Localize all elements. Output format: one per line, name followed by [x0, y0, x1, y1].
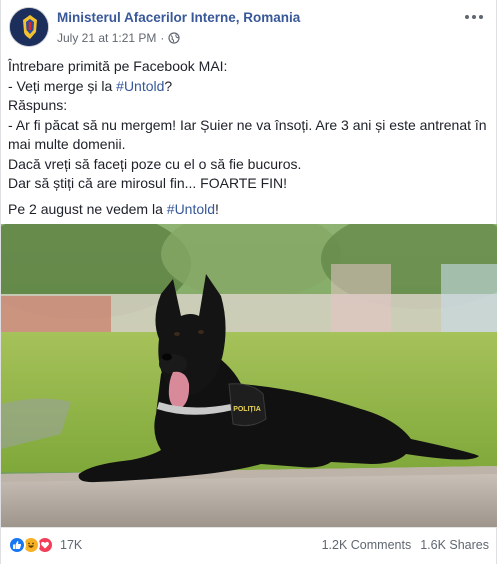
text-line: Întrebare primită pe Facebook MAI:	[8, 58, 228, 74]
text-line: - Ar fi păcat să nu mergem! Iar Șuier ne…	[8, 116, 487, 153]
harness-text: POLIȚIA	[233, 406, 261, 413]
reactions-summary[interactable]: 17K	[8, 536, 82, 554]
post-text: Întrebare primită pe Facebook MAI: - Veț…	[8, 57, 492, 219]
text-fragment: ?	[164, 77, 173, 94]
post-timestamp[interactable]: July 21 at 1:21 PM	[57, 31, 156, 45]
comments-count-link[interactable]: 1.2K Comments	[322, 538, 412, 552]
like-reaction-icon	[8, 536, 26, 554]
page-avatar[interactable]	[9, 7, 49, 47]
post-photo[interactable]: POLIȚIA	[1, 224, 497, 527]
text-line: Dacă vreți să faceți poze cu el o să fie…	[8, 155, 302, 172]
hashtag-untold-link[interactable]: #Untold	[116, 78, 164, 94]
text-line: Răspuns:	[8, 97, 68, 113]
facebook-post: Ministerul Afacerilor Interne, Romania J…	[0, 0, 497, 564]
text-line: - Veți merge și la #Untold?	[8, 77, 492, 97]
post-meta: July 21 at 1:21 PM ·	[57, 31, 180, 45]
text-fragment: - Veți merge și la	[8, 77, 117, 94]
text-fragment: !	[215, 200, 219, 217]
meta-separator: ·	[160, 31, 165, 45]
shares-count-link[interactable]: 1.6K Shares	[420, 538, 489, 552]
post-header: Ministerul Afacerilor Interne, Romania J…	[9, 7, 488, 49]
reaction-count[interactable]: 17K	[60, 538, 82, 552]
text-fragment: Pe 2 august ne vedem la	[8, 200, 167, 217]
page-name-link[interactable]: Ministerul Afacerilor Interne, Romania	[57, 10, 300, 25]
globe-icon	[168, 32, 180, 44]
engagement-counts: 1.2K Comments 1.6K Shares	[322, 538, 489, 552]
hashtag-untold-link[interactable]: #Untold	[167, 201, 215, 217]
more-options-icon[interactable]	[462, 7, 486, 27]
coat-of-arms-icon	[10, 8, 48, 46]
text-line: Dar să știți că are mirosul fin... FOART…	[8, 175, 288, 191]
police-dog-photo: POLIȚIA	[1, 224, 497, 527]
text-line: Pe 2 august ne vedem la #Untold!	[8, 200, 492, 220]
post-footer: 17K 1.2K Comments 1.6K Shares	[1, 527, 497, 564]
